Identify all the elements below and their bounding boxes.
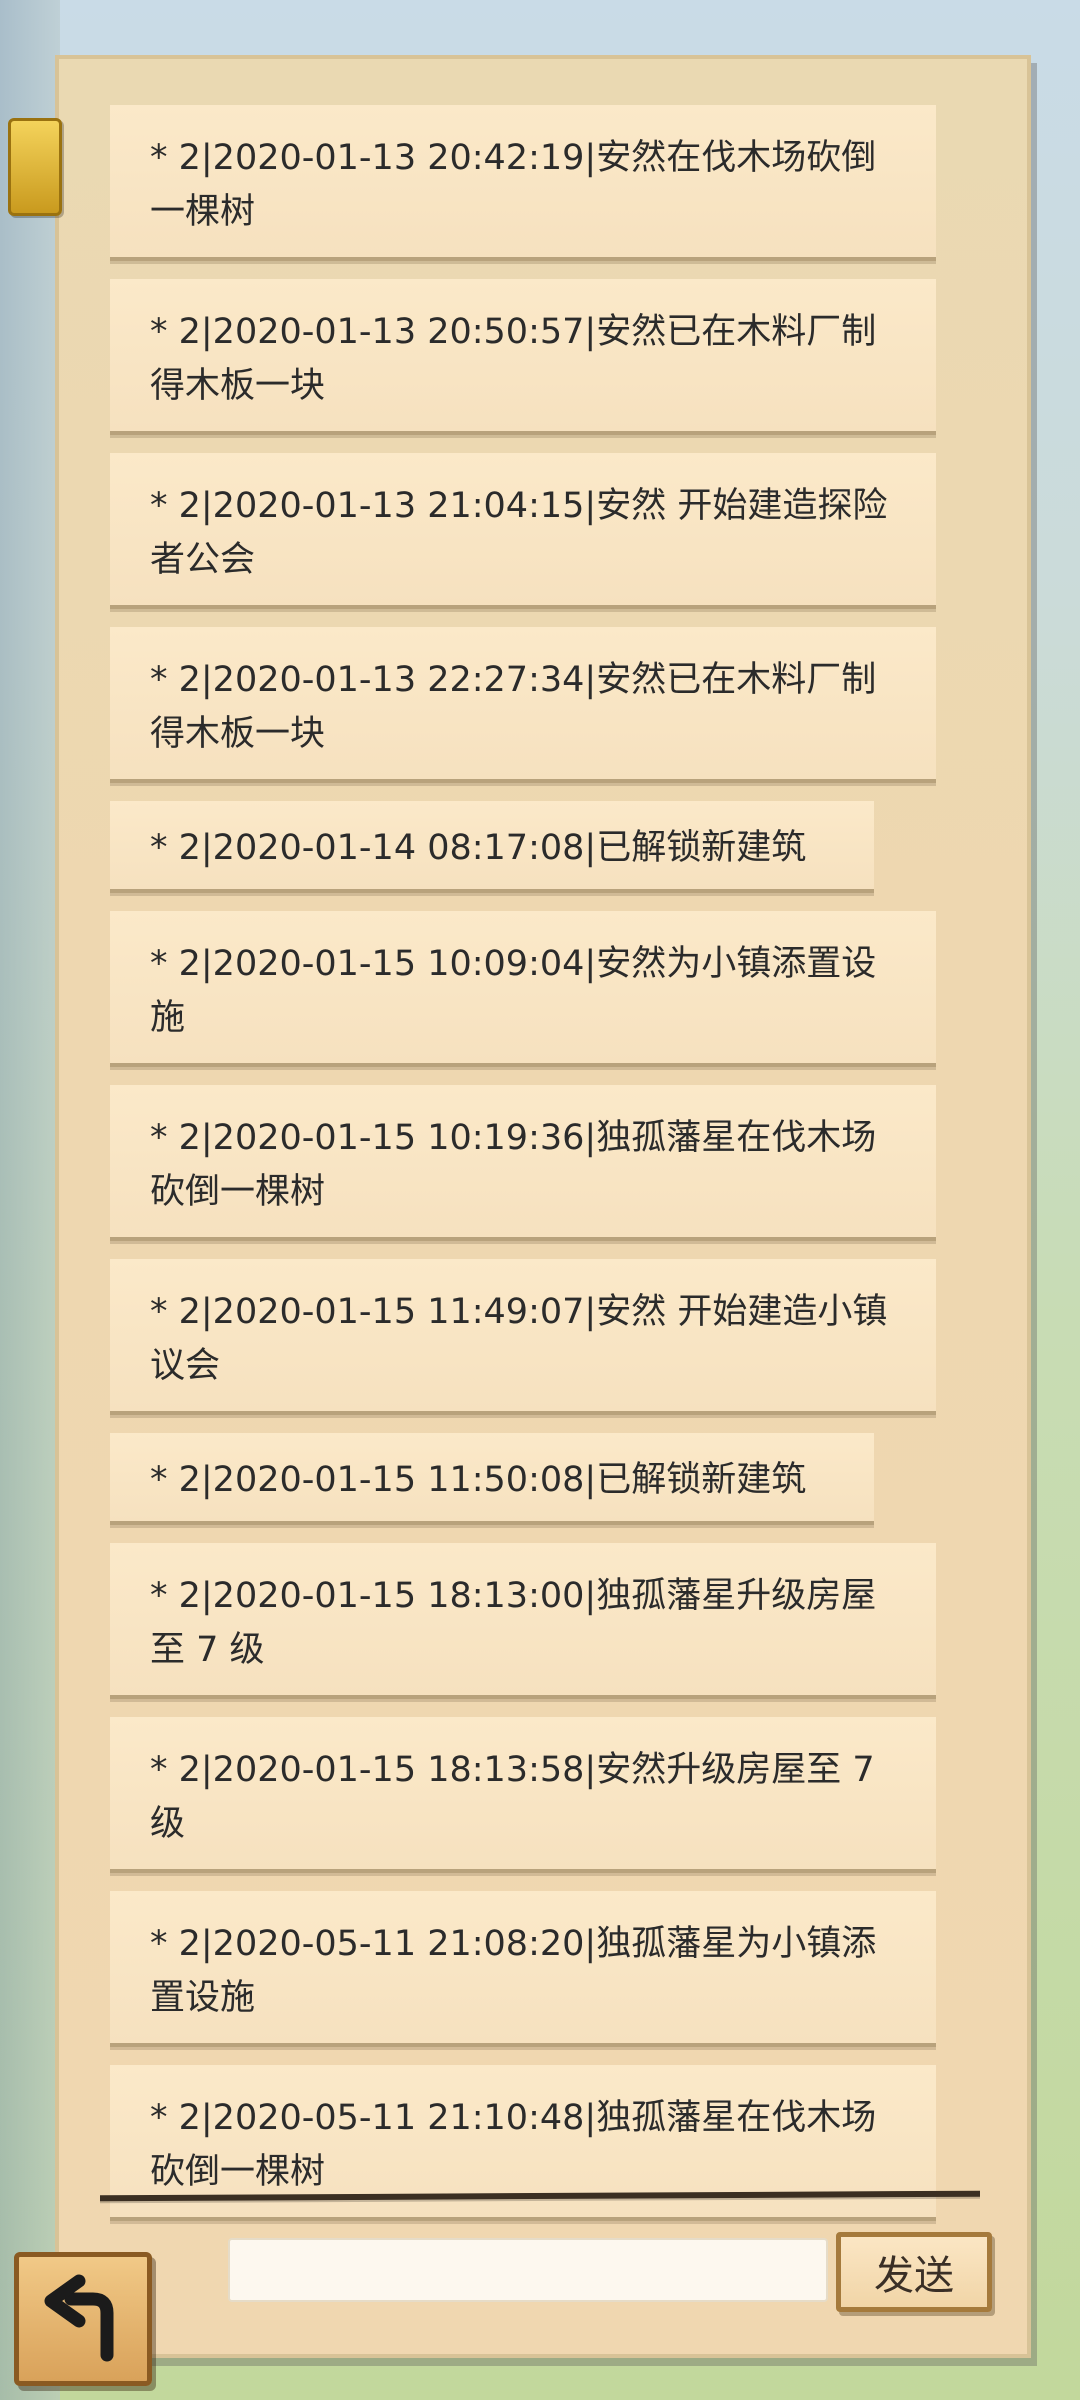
log-entry: * 2|2020-01-13 20:50:57|安然已在木料厂制得木板一块 bbox=[110, 279, 936, 435]
log-list[interactable]: * 2|2020-01-13 20:42:19|安然在伐木场砍倒一棵树 * 2|2… bbox=[110, 105, 940, 2239]
log-entry: * 2|2020-01-15 11:50:08|已解锁新建筑 bbox=[110, 1433, 874, 1525]
log-entry-text: * 2|2020-01-14 08:17:08|已解锁新建筑 bbox=[150, 828, 807, 868]
send-button-label: 发送 bbox=[874, 2253, 954, 2299]
log-entry: * 2|2020-01-15 10:09:04|安然为小镇添置设施 bbox=[110, 911, 936, 1067]
log-entry: * 2|2020-01-15 18:13:58|安然升级房屋至 7 级 bbox=[110, 1717, 936, 1873]
log-entry: * 2|2020-01-13 21:04:15|安然 开始建造探险者公会 bbox=[110, 453, 936, 609]
paper-clip-icon bbox=[8, 118, 62, 216]
log-entry-text: * 2|2020-01-15 18:13:00|独孤藩星升级房屋至 7 级 bbox=[150, 1576, 877, 1670]
background-strip bbox=[0, 0, 60, 2400]
log-entry-text: * 2|2020-01-15 18:13:58|安然升级房屋至 7 级 bbox=[150, 1750, 875, 1844]
log-entry: * 2|2020-01-13 22:27:34|安然已在木料厂制得木板一块 bbox=[110, 627, 936, 783]
log-entry: * 2|2020-05-11 21:08:20|独孤藩星为小镇添置设施 bbox=[110, 1891, 936, 2047]
log-entry-text: * 2|2020-05-11 21:08:20|独孤藩星为小镇添置设施 bbox=[150, 1924, 877, 2018]
log-entry-text: * 2|2020-01-15 11:49:07|安然 开始建造小镇议会 bbox=[150, 1292, 888, 1386]
log-entry-text: * 2|2020-05-11 21:10:48|独孤藩星在伐木场砍倒一棵树 bbox=[150, 2098, 877, 2192]
log-entry-text: * 2|2020-01-15 10:19:36|独孤藩星在伐木场砍倒一棵树 bbox=[150, 1118, 877, 1212]
log-entry-text: * 2|2020-01-15 10:09:04|安然为小镇添置设施 bbox=[150, 944, 877, 1038]
send-button[interactable]: 发送 bbox=[836, 2232, 992, 2312]
log-entry: * 2|2020-01-15 18:13:00|独孤藩星升级房屋至 7 级 bbox=[110, 1543, 936, 1699]
log-entry: * 2|2020-01-15 11:49:07|安然 开始建造小镇议会 bbox=[110, 1259, 936, 1415]
back-arrow-icon bbox=[44, 2274, 114, 2362]
chat-input[interactable] bbox=[228, 2238, 828, 2302]
log-entry-text: * 2|2020-01-13 22:27:34|安然已在木料厂制得木板一块 bbox=[150, 660, 877, 754]
log-entry: * 2|2020-01-14 08:17:08|已解锁新建筑 bbox=[110, 801, 874, 893]
log-entry: * 2|2020-01-13 20:42:19|安然在伐木场砍倒一棵树 bbox=[110, 105, 936, 261]
log-entry-text: * 2|2020-01-13 20:42:19|安然在伐木场砍倒一棵树 bbox=[150, 138, 877, 232]
log-entry-text: * 2|2020-01-13 21:04:15|安然 开始建造探险者公会 bbox=[150, 486, 888, 580]
log-entry-text: * 2|2020-01-13 20:50:57|安然已在木料厂制得木板一块 bbox=[150, 312, 877, 406]
log-entry-text: * 2|2020-01-15 11:50:08|已解锁新建筑 bbox=[150, 1460, 807, 1500]
back-button[interactable] bbox=[14, 2252, 152, 2386]
log-entry: * 2|2020-01-15 10:19:36|独孤藩星在伐木场砍倒一棵树 bbox=[110, 1085, 936, 1241]
